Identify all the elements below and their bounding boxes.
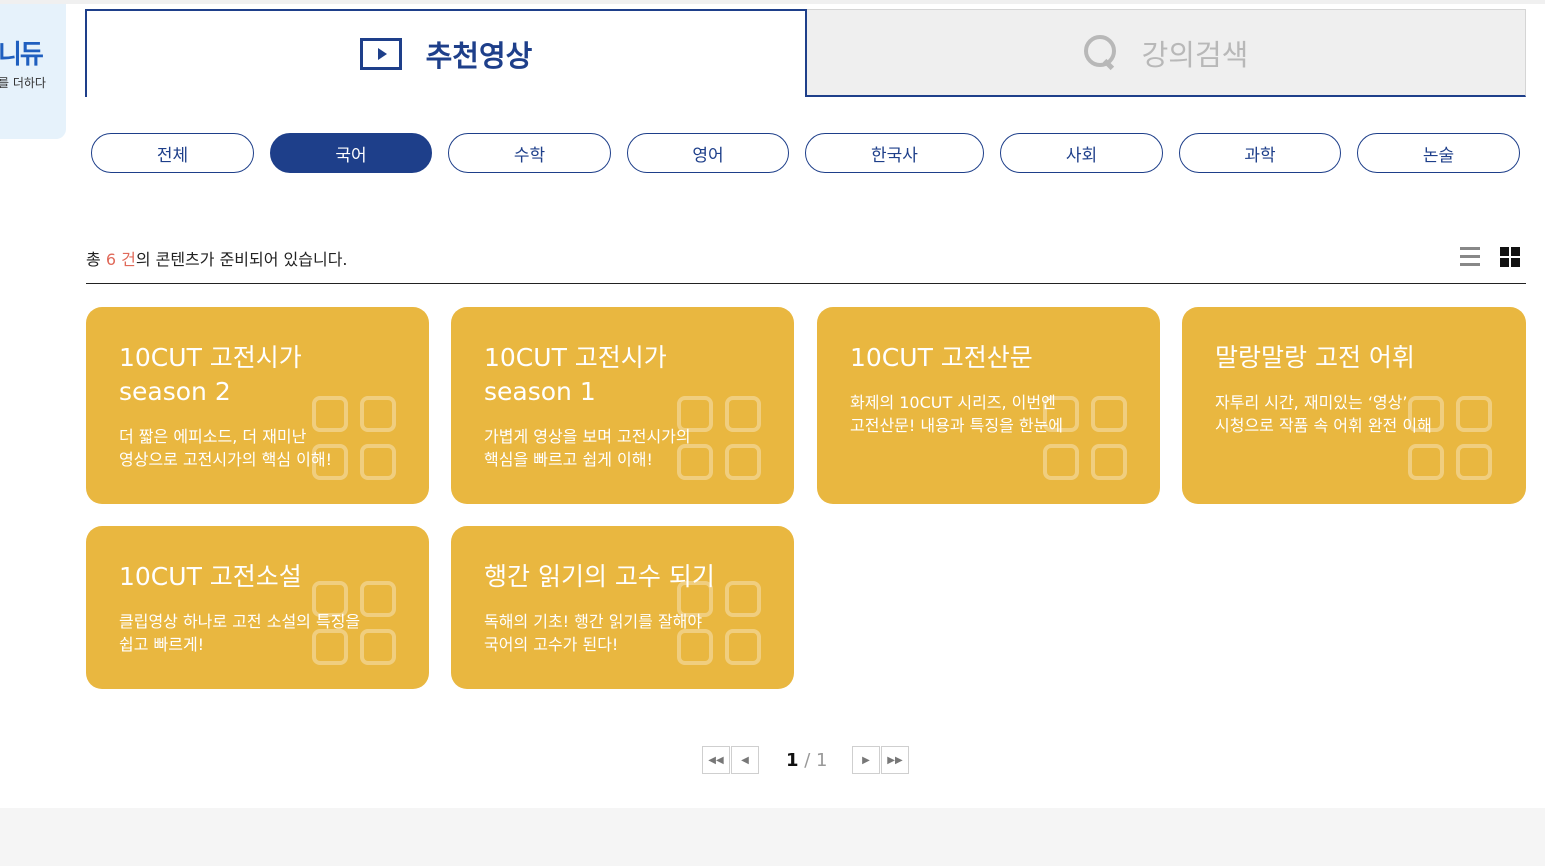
summary-suffix: 의 콘텐츠가 준비되어 있습니다. [135, 250, 348, 269]
subject-pill-math[interactable]: 수학 [448, 133, 611, 173]
grid-view-icon[interactable] [1500, 247, 1520, 267]
list-view-icon[interactable] [1460, 246, 1480, 268]
video-card[interactable]: 10CUT 고전소설 클립영상 하나로 고전 소설의 특징을 쉽고 빠르게! [86, 526, 429, 689]
subject-pill-all[interactable]: 전체 [91, 133, 254, 173]
video-card[interactable]: 10CUT 고전시가 season 1 가볍게 영상을 보며 고전시가의 핵심을… [451, 307, 794, 504]
content-count-summary: 총 6 건의 콘텐츠가 준비되어 있습니다. [86, 246, 348, 270]
card-title: 말랑말랑 고전 어휘 [1215, 343, 1415, 372]
summary-prefix: 총 [86, 250, 106, 269]
card-title: 10CUT 고전산문 [850, 343, 1033, 372]
card-description: 더 짧은 에피소드, 더 재미난 영상으로 고전시가의 핵심 이해! [119, 427, 333, 469]
search-icon [1083, 34, 1118, 71]
card-title: 10CUT 고전시가 season 2 [119, 343, 302, 406]
card-description: 클립영상 하나로 고전 소설의 특징을 쉽고 빠르게! [119, 612, 361, 654]
subject-pill-korean[interactable]: 국어 [270, 133, 432, 173]
first-page-icon[interactable]: ◀◀ [702, 746, 730, 774]
video-card[interactable]: 말랑말랑 고전 어휘 자투리 시간, 재미있는 ‘영상’ 시청으로 작품 속 어… [1182, 307, 1526, 504]
page-indicator: 1 / 1 [786, 750, 828, 771]
play-icon [359, 38, 402, 70]
current-page: 1 [786, 750, 799, 771]
tab-search-label: 강의검색 [1141, 37, 1249, 72]
video-card[interactable]: 행간 읽기의 고수 되기 독해의 기초! 행간 읽기를 잘해야 국어의 고수가 … [451, 526, 794, 689]
card-description: 자투리 시간, 재미있는 ‘영상’ 시청으로 작품 속 어휘 완전 이해 [1215, 393, 1432, 435]
next-page-icon[interactable]: ▶ [852, 746, 880, 774]
card-description: 화제의 10CUT 시리즈, 이번엔 고전산문! 내용과 특징을 한눈에 [850, 393, 1064, 435]
video-card[interactable]: 10CUT 고전산문 화제의 10CUT 시리즈, 이번엔 고전산문! 내용과 … [817, 307, 1160, 504]
card-title: 10CUT 고전시가 season 1 [484, 343, 667, 406]
content-count: 6 건 [105, 250, 136, 269]
subject-pill-english[interactable]: 영어 [627, 133, 789, 173]
subject-pill-essay[interactable]: 논술 [1357, 133, 1520, 173]
card-description: 독해의 기초! 행간 읽기를 잘해야 국어의 고수가 된다! [484, 612, 703, 654]
tab-recommended-videos[interactable]: 추천영상 [85, 9, 807, 97]
top-divider [0, 0, 1545, 4]
card-description: 가볍게 영상을 보며 고전시가의 핵심을 빠르고 쉽게 이해! [484, 427, 691, 469]
subject-pill-science[interactable]: 과학 [1179, 133, 1341, 173]
card-title: 10CUT 고전소설 [119, 562, 302, 591]
footer [0, 808, 1545, 866]
prev-page-icon[interactable]: ◀ [731, 746, 759, 774]
tab-recommended-label: 추천영상 [425, 39, 533, 73]
subject-pill-korean-history[interactable]: 한국사 [805, 133, 984, 173]
card-title: 행간 읽기의 고수 되기 [484, 562, 715, 591]
video-card[interactable]: 10CUT 고전시가 season 2 더 짧은 에피소드, 더 재미난 영상으… [86, 307, 429, 504]
tab-lecture-search[interactable]: 강의검색 [807, 9, 1526, 97]
total-pages: 1 [816, 750, 828, 771]
last-page-icon[interactable]: ▶▶ [881, 746, 909, 774]
site-logo[interactable]: 니듀 를 더하다 [0, 4, 66, 139]
page-separator: / [798, 750, 817, 771]
logo-text: 니듀 [0, 40, 44, 70]
summary-divider [86, 283, 1526, 284]
subject-pill-society[interactable]: 사회 [1000, 133, 1163, 173]
logo-subtitle: 를 더하다 [0, 76, 46, 90]
hangul-block-icon [677, 396, 769, 488]
